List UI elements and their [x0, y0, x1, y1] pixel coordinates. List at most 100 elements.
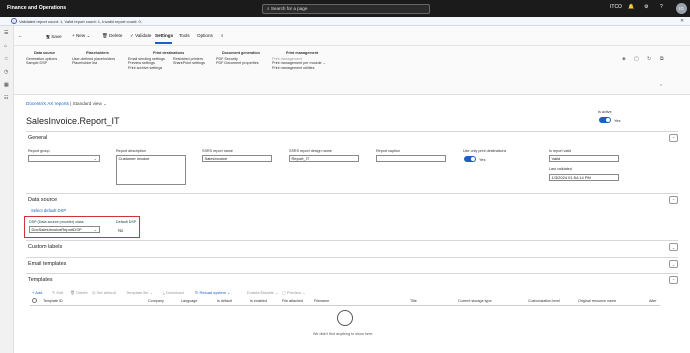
reload-system-button[interactable]: ↻ Reload system ⌄	[195, 290, 230, 295]
office-icon[interactable]: ▢	[634, 56, 639, 62]
group-header: Print destinations	[153, 51, 185, 55]
section-header-data-source[interactable]: Data source	[28, 197, 57, 203]
placeholder-list-button[interactable]: Placeholder list	[72, 61, 115, 66]
dsp-class-select[interactable]: DocSalesInvoiceReportDSP ⌄	[29, 226, 100, 233]
download-button[interactable]: ⤓ Download	[163, 290, 184, 295]
delete-template-button[interactable]: 🗑 Delete	[70, 290, 88, 295]
search-input[interactable]: ⌕ Search for a page	[262, 4, 430, 14]
sharepoint-settings-button[interactable]: SharePoint settings	[173, 61, 205, 66]
use-only-print-toggle[interactable]	[464, 156, 476, 162]
search-actions-icon[interactable]: ⌕	[221, 33, 224, 38]
chevron-up-icon[interactable]: ⌃	[669, 134, 678, 142]
group-header: Print management	[286, 51, 319, 55]
default-dsp-value: No	[118, 228, 124, 233]
col-original-resource-name[interactable]: Original resource name	[578, 299, 616, 303]
back-icon[interactable]: ←	[18, 33, 23, 38]
use-only-print-value: Yes	[479, 157, 486, 162]
template-file-button[interactable]: Template file ⌄	[126, 290, 153, 295]
section-header-templates[interactable]: Templates	[28, 277, 53, 283]
col-current-storage-type[interactable]: Current storage type	[458, 299, 492, 303]
breadcrumb-root[interactable]: DocentriX AX reports	[26, 101, 69, 106]
recent-icon[interactable]: ◷	[4, 69, 8, 75]
report-description-field[interactable]: Customer invoice	[116, 155, 186, 185]
tab-options[interactable]: Options	[197, 33, 213, 38]
empty-state-text: We didn't find anything to show here.	[313, 332, 374, 336]
page-title: SalesInvoice.Report_IT	[26, 116, 120, 126]
empty-state-icon	[337, 310, 353, 326]
is-active-toggle[interactable]	[599, 117, 611, 123]
col-alter[interactable]: Alter	[649, 299, 657, 303]
report-description-label: Report description	[116, 149, 146, 153]
group-header: Placeholders	[86, 51, 109, 55]
chevron-down-icon: ⌄	[321, 61, 326, 66]
set-default-button[interactable]: ◎ Set default	[92, 290, 116, 295]
home-icon[interactable]: ⌂	[4, 43, 7, 49]
modules-icon[interactable]: ☷	[4, 95, 8, 101]
new-button[interactable]: + New ⌄	[72, 33, 90, 39]
ssrs-report-design-field[interactable]: Report_IT	[289, 155, 359, 162]
use-only-print-label: Use only print destinations	[463, 149, 507, 153]
group-header: Data source	[34, 51, 56, 55]
section-header-custom-labels[interactable]: Custom labels	[28, 244, 62, 250]
hamburger-icon[interactable]: ☰	[4, 30, 8, 36]
chevron-up-icon[interactable]: ⌃	[669, 276, 678, 284]
ssrs-report-name-field[interactable]: SalesInvoice	[202, 155, 272, 162]
tab-tools[interactable]: Tools	[179, 33, 190, 38]
collapse-ribbon-icon[interactable]: ⌃	[659, 84, 663, 90]
chevron-down-icon: ⌄	[93, 227, 97, 232]
pdf-document-properties-button[interactable]: PDF Document properties	[216, 61, 260, 66]
col-language[interactable]: Language	[181, 299, 197, 303]
gear-icon[interactable]: ⚙	[644, 4, 648, 10]
report-caption-field[interactable]	[376, 155, 446, 162]
col-company[interactable]: Company	[148, 299, 164, 303]
print-management-utilities-button[interactable]: Print management utilities	[272, 66, 326, 71]
tab-underline	[155, 42, 172, 44]
ribbon-settings: Data source Generation options Sample DS…	[14, 46, 690, 95]
select-default-dsp-link[interactable]: Select default DSP	[31, 208, 66, 213]
detach-icon[interactable]: ⧉	[660, 56, 664, 62]
action-pane: ← 🖫 Save + New ⌄ 🗑 Delete ✓ Validate Set…	[14, 26, 690, 46]
validate-button[interactable]: ✓ Validate	[130, 33, 151, 39]
select-all-checkbox[interactable]	[32, 298, 37, 303]
workspaces-icon[interactable]: ▦	[4, 82, 9, 88]
view-selector[interactable]: Standard view ⌄	[73, 101, 107, 106]
print-archive-settings-button[interactable]: Print archive settings	[128, 66, 184, 71]
help-icon[interactable]: ?	[660, 4, 663, 10]
tab-settings[interactable]: Settings	[155, 33, 173, 38]
report-group-select[interactable]: ⌄	[28, 155, 100, 162]
chevron-down-icon: ⌄	[101, 101, 107, 106]
chevron-down-icon[interactable]: ⌄	[669, 243, 678, 251]
col-is-enabled[interactable]: Is enabled	[250, 299, 267, 303]
refresh-icon[interactable]: ↻	[647, 56, 651, 62]
connect-icon[interactable]: ◈	[622, 56, 626, 62]
section-header-general[interactable]: General	[28, 135, 47, 141]
avatar[interactable]: IG	[676, 3, 687, 14]
col-template-id[interactable]: Template ID	[43, 299, 63, 303]
chevron-up-icon[interactable]: ⌃	[669, 196, 678, 204]
app-header: Finance and Operations ⌕ Search for a pa…	[0, 0, 690, 17]
templates-section: Templates ⌃	[26, 273, 678, 353]
col-title[interactable]: Title	[410, 299, 417, 303]
save-button[interactable]: 🖫 Save	[46, 33, 62, 41]
delete-button[interactable]: 🗑 Delete	[102, 33, 122, 39]
enable-disable-button[interactable]: Enable/Disable ⌄	[247, 290, 278, 295]
edit-button[interactable]: ✎ Edit	[52, 290, 63, 295]
chevron-down-icon: ⌄	[85, 33, 91, 38]
preview-button[interactable]: ▢ Preview ⌄	[282, 290, 306, 295]
col-is-default[interactable]: Is default	[217, 299, 232, 303]
col-customization-level[interactable]: Customization level	[528, 299, 560, 303]
section-header-email-templates[interactable]: Email templates	[28, 261, 66, 267]
sample-dsp-button[interactable]: Sample DSP	[26, 61, 57, 66]
close-icon[interactable]: ✕	[680, 18, 684, 24]
col-filename[interactable]: Filename	[314, 299, 329, 303]
chevron-down-icon[interactable]: ⌄	[669, 260, 678, 268]
bell-icon[interactable]: 🔔	[628, 4, 634, 10]
breadcrumb: DocentriX AX reports | Standard view ⌄	[26, 101, 107, 106]
report-group-label: Report group	[28, 149, 50, 153]
message-text: Validated report count: 1, Valid report …	[19, 19, 142, 24]
star-icon[interactable]: ☆	[4, 56, 8, 62]
col-file-attached[interactable]: File attached	[282, 299, 303, 303]
add-button[interactable]: + Add	[32, 290, 42, 295]
company-picker[interactable]: ITCO	[610, 4, 622, 10]
last-validated-field: 1/3/2024 01:54:14 PM	[549, 174, 619, 181]
